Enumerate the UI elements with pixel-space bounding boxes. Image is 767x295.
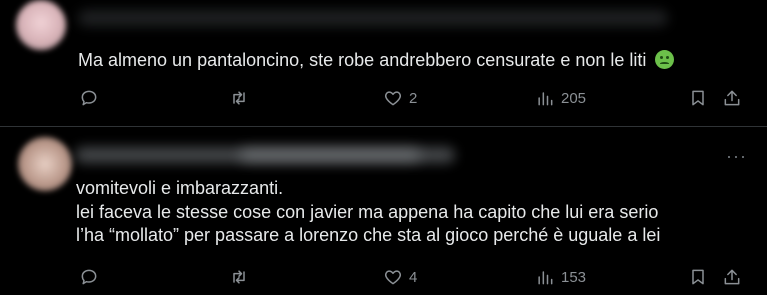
share-button[interactable] — [722, 88, 742, 108]
like-count: 4 — [409, 268, 418, 286]
post: Ma almeno un pantaloncino, ste robe andr… — [0, 0, 767, 126]
bookmark-icon — [692, 90, 704, 106]
heart-icon — [384, 91, 402, 106]
share-icon — [724, 269, 740, 285]
action-bar: 4 153 — [0, 267, 767, 291]
share-button[interactable] — [722, 267, 742, 287]
post-text-line: l’ha “mollato” per passare a lorenzo che… — [76, 225, 661, 245]
heart-icon — [384, 270, 402, 285]
share-icon — [724, 90, 740, 106]
post-text-line: Ma almeno un pantaloncino, ste robe andr… — [78, 50, 647, 70]
view-count: 153 — [561, 268, 587, 286]
blurred-username — [78, 10, 668, 26]
more-options-button[interactable]: ··· — [726, 147, 747, 165]
bookmark-button[interactable] — [688, 267, 708, 287]
avatar[interactable] — [16, 0, 66, 50]
post: ··· vomitevoli e imbarazzanti. lei facev… — [0, 127, 767, 295]
bookmark-icon — [692, 269, 704, 285]
nauseated-face-emoji-icon — [655, 50, 675, 69]
retweet-icon — [233, 270, 245, 284]
post-text-line: vomitevoli e imbarazzanti. — [76, 178, 284, 198]
like-button[interactable]: 4 — [383, 267, 417, 287]
like-count: 2 — [409, 89, 418, 107]
reply-icon — [81, 90, 97, 106]
post-text: Ma almeno un pantaloncino, ste robe andr… — [78, 49, 675, 73]
post-text-line: lei faceva le stesse cose con javier ma … — [76, 201, 659, 222]
views-button[interactable]: 153 — [535, 267, 586, 287]
view-count: 205 — [561, 89, 587, 107]
reply-button[interactable] — [79, 267, 105, 287]
reply-button[interactable] — [79, 88, 105, 108]
views-button[interactable]: 205 — [535, 88, 586, 108]
retweet-button[interactable] — [229, 88, 255, 108]
bookmark-button[interactable] — [688, 88, 708, 108]
like-button[interactable]: 2 — [383, 88, 417, 108]
retweet-button[interactable] — [229, 267, 255, 287]
reply-icon — [81, 269, 97, 285]
avatar[interactable] — [18, 137, 72, 191]
analytics-icon — [538, 271, 553, 285]
analytics-icon — [538, 92, 553, 106]
action-bar: 2 205 — [0, 88, 767, 112]
retweet-icon — [233, 91, 245, 105]
blurred-handle — [240, 149, 420, 161]
post-text: vomitevoli e imbarazzanti. lei faceva le… — [76, 177, 660, 248]
